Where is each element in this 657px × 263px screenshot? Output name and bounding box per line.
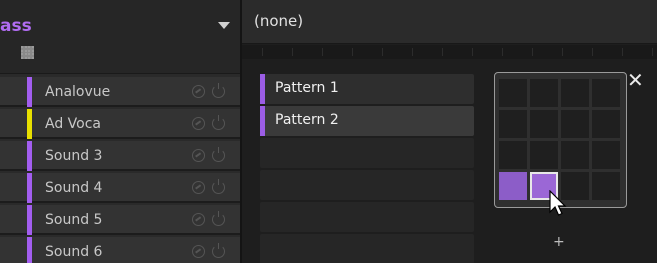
pattern-bank-cell[interactable]	[499, 141, 527, 169]
sound-color-bar	[27, 173, 32, 203]
power-icon[interactable]	[212, 83, 225, 98]
sound-label: Sound 4	[45, 180, 103, 196]
pattern-bank-cell[interactable]	[499, 172, 527, 200]
mute-icon[interactable]	[192, 149, 205, 162]
triangle-down-icon[interactable]	[218, 22, 230, 29]
pattern-slot-empty[interactable]	[260, 170, 474, 200]
scene-name[interactable]: (none)	[254, 12, 303, 30]
sound-color-bar	[27, 141, 32, 171]
sound-row[interactable]: Sound 6	[0, 237, 240, 263]
sound-label: Sound 3	[45, 148, 103, 164]
pattern-bank-cell[interactable]	[561, 110, 589, 138]
sound-color-bar	[27, 237, 32, 263]
sound-color-bar	[27, 77, 32, 107]
pattern-color-bar	[260, 74, 265, 104]
sound-color-bar	[27, 205, 32, 235]
pattern-bank-cell[interactable]	[592, 110, 620, 138]
pattern-slot[interactable]: Pattern 1	[260, 74, 474, 104]
mute-icon[interactable]	[192, 117, 205, 130]
mute-icon[interactable]	[192, 213, 205, 226]
pattern-slot-empty[interactable]	[260, 202, 474, 232]
pattern-area: (none) Pattern 1 Pattern 2 ✕ +	[242, 0, 657, 263]
group-header[interactable]: ass	[0, 0, 240, 74]
sound-row[interactable]: Sound 5	[0, 205, 240, 235]
sound-label: Sound 6	[45, 244, 103, 260]
pattern-slot-empty[interactable]	[260, 138, 474, 168]
sound-row[interactable]: Analovue	[0, 77, 240, 107]
mute-icon[interactable]	[192, 85, 205, 98]
pattern-color-bar	[260, 106, 265, 136]
sound-row[interactable]: Sound 4	[0, 173, 240, 203]
timeline-strip	[242, 45, 657, 59]
group-panel: ass Analovue Ad Voca Sound 3 Sound 4 Sound 5…	[0, 0, 240, 263]
power-icon[interactable]	[212, 211, 225, 226]
sound-label: Ad Voca	[45, 116, 101, 132]
pattern-bank-cell[interactable]	[499, 110, 527, 138]
power-icon[interactable]	[212, 115, 225, 130]
pattern-slot-empty[interactable]	[260, 234, 474, 263]
pattern-bank-cell[interactable]	[499, 79, 527, 107]
pattern-bank-cell[interactable]	[592, 141, 620, 169]
sound-color-bar	[27, 109, 32, 139]
pattern-bank-cell[interactable]	[592, 172, 620, 200]
sound-row[interactable]: Ad Voca	[0, 109, 240, 139]
pattern-label: Pattern 2	[275, 112, 339, 128]
sound-label: Analovue	[45, 84, 111, 100]
pattern-bank-cell[interactable]	[592, 79, 620, 107]
scene-header[interactable]: (none)	[242, 0, 657, 44]
add-bank-icon[interactable]: +	[553, 234, 565, 250]
pattern-bank-cell[interactable]	[561, 141, 589, 169]
group-name[interactable]: ass	[0, 16, 32, 36]
pattern-bank-popup	[494, 72, 627, 208]
pattern-bank-cell[interactable]	[530, 79, 558, 107]
mute-icon[interactable]	[192, 181, 205, 194]
power-icon[interactable]	[212, 243, 225, 258]
pattern-label: Pattern 1	[275, 80, 339, 96]
sound-row[interactable]: Sound 3	[0, 141, 240, 171]
mute-icon[interactable]	[192, 245, 205, 258]
pattern-bank-cell[interactable]	[530, 110, 558, 138]
pad-grid-icon[interactable]	[21, 46, 34, 59]
power-icon[interactable]	[212, 179, 225, 194]
pattern-bank-cell[interactable]	[561, 79, 589, 107]
power-icon[interactable]	[212, 147, 225, 162]
mouse-cursor-icon	[549, 190, 567, 216]
close-icon[interactable]: ✕	[627, 70, 644, 90]
sound-label: Sound 5	[45, 212, 103, 228]
pattern-slot[interactable]: Pattern 2	[260, 106, 474, 136]
pattern-bank-cell[interactable]	[530, 141, 558, 169]
